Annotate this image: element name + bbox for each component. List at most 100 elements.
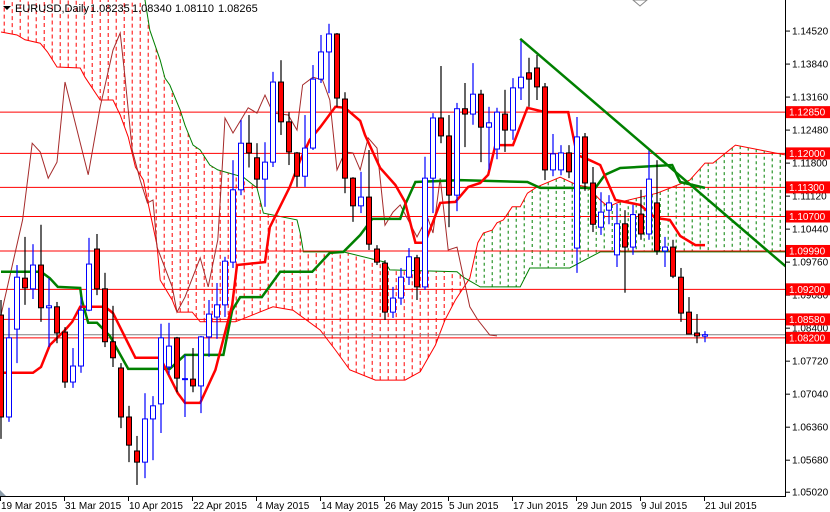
price-chart[interactable]: 1.145201.138401.131601.124801.118001.111… — [0, 0, 830, 512]
candle-body — [142, 418, 148, 463]
date-tick-label: 4 May 2015 — [257, 501, 310, 512]
price-tick-label: 1.13840 — [792, 60, 829, 71]
candle-body — [510, 87, 516, 131]
candle-body — [174, 337, 180, 379]
candle-body — [118, 367, 124, 418]
candle-body — [158, 337, 164, 405]
level-price-label: 1.08580 — [789, 315, 826, 326]
level-price-label: 1.09990 — [789, 246, 826, 257]
bullish-candle — [150, 396, 156, 461]
bullish-candle — [214, 283, 220, 339]
candle-body — [318, 51, 324, 80]
candle-body — [622, 223, 628, 248]
bullish-candle — [230, 160, 236, 268]
bullish-candle — [398, 267, 404, 305]
candle-body — [358, 196, 364, 207]
chart-title: EURUSD,Daily 1.08235 1.08340 1.08110 1.0… — [3, 3, 258, 15]
candle-body — [126, 416, 132, 446]
price-tick-label: 1.07720 — [792, 357, 829, 368]
candle-body — [374, 248, 380, 263]
candle-body — [54, 306, 60, 334]
candle-body — [262, 161, 268, 180]
candle-body — [638, 213, 644, 235]
candle-body — [310, 78, 316, 149]
bearish-candle — [478, 89, 484, 163]
candle-body — [678, 276, 684, 314]
price-tick-label: 1.14520 — [792, 27, 829, 38]
candle-body — [214, 304, 220, 318]
bearish-candle — [446, 115, 452, 228]
level-price-label: 1.08200 — [789, 333, 826, 344]
candle-body — [398, 276, 404, 299]
candle-body — [614, 223, 620, 256]
price-tick-label: 1.10440 — [792, 225, 829, 236]
candle-body — [518, 76, 524, 89]
candle-body — [606, 202, 612, 211]
price-tick-label: 1.06360 — [792, 423, 829, 434]
level-price-label: 1.09200 — [789, 285, 826, 296]
scroll-corner-icon — [0, 490, 6, 496]
bullish-candle — [46, 278, 52, 348]
bearish-candle — [582, 133, 588, 191]
candle-body — [86, 263, 92, 311]
candle-body — [542, 86, 548, 171]
candle-body — [14, 276, 20, 330]
candle-body — [566, 152, 572, 173]
candle-body — [486, 122, 492, 128]
bearish-candle — [102, 272, 108, 348]
bullish-candle — [422, 156, 428, 290]
bearish-candle — [342, 92, 348, 194]
candle-body — [630, 214, 636, 248]
candle-body — [478, 93, 484, 128]
symbol-label: EURUSD,Daily — [15, 3, 89, 15]
candle-body — [342, 98, 348, 179]
candle-body — [246, 142, 252, 154]
bullish-candle — [238, 119, 244, 196]
candle-body — [558, 152, 564, 171]
candle-body — [334, 33, 340, 99]
price-tick-label: 1.09760 — [792, 258, 829, 269]
ohlc-close: 1.08265 — [218, 3, 258, 15]
candle-body — [6, 337, 12, 418]
bullish-candle — [454, 102, 460, 212]
bullish-candle — [326, 23, 332, 94]
level-price-label: 1.12000 — [789, 149, 826, 160]
candle-body — [94, 248, 100, 290]
date-tick-label: 17 Jun 2015 — [513, 501, 568, 512]
candle-body — [654, 202, 660, 252]
chart-shift-marker-icon[interactable] — [632, 0, 648, 7]
candle-body — [38, 264, 44, 309]
candle-body — [294, 152, 300, 177]
candle-body — [462, 108, 468, 115]
bullish-candle — [198, 335, 204, 414]
bullish-candle — [614, 203, 620, 267]
senkou-span-b-line — [144, 0, 785, 288]
senkou-span-a-line — [0, 31, 785, 381]
candle-body — [574, 136, 580, 249]
bearish-candle — [254, 143, 260, 188]
bearish-candle — [462, 83, 468, 148]
candle-body — [406, 256, 412, 278]
candle-body — [62, 331, 68, 383]
tenkan-sen-line — [1, 105, 705, 405]
bullish-candle — [14, 265, 20, 364]
candle-body — [534, 67, 540, 88]
bullish-candle — [630, 204, 636, 255]
candle-body — [646, 178, 652, 235]
bullish-candle — [510, 78, 516, 140]
date-tick-label: 31 Mar 2015 — [65, 501, 122, 512]
bearish-candle — [670, 239, 676, 279]
candle-body — [238, 142, 244, 191]
candle-body — [702, 334, 708, 337]
bullish-candle — [222, 256, 228, 317]
ohlc-high: 1.08340 — [132, 3, 172, 15]
bearish-candle — [126, 405, 132, 463]
candle-body — [46, 305, 52, 309]
candle-body — [166, 345, 172, 368]
bearish-candle — [246, 115, 252, 168]
bullish-candle — [206, 300, 212, 357]
candle-body — [222, 260, 228, 306]
bullish-candle — [406, 248, 412, 285]
bearish-candle — [278, 60, 284, 135]
date-tick-label: 14 May 2015 — [321, 501, 379, 512]
